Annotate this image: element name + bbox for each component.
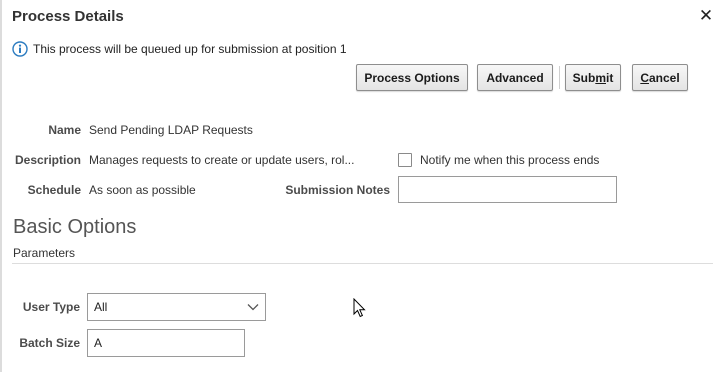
description-label: Description <box>14 153 81 167</box>
close-icon[interactable]: ✕ <box>697 6 715 26</box>
cancel-button[interactable]: Cancel <box>632 64 688 91</box>
schedule-value: As soon as possible <box>89 183 196 197</box>
toolbar-separator <box>559 66 560 89</box>
process-options-label: Process Options <box>364 70 460 85</box>
submission-notes-input[interactable] <box>398 176 617 203</box>
window-edge <box>0 0 2 372</box>
submit-label-mnemonic: m <box>595 70 606 85</box>
notify-label: Notify me when this process ends <box>420 153 600 167</box>
chevron-down-icon <box>247 303 259 311</box>
notify-checkbox[interactable] <box>398 153 412 167</box>
process-details-dialog: Process Details ✕ This process will be q… <box>0 0 725 372</box>
submit-label-pre: Sub <box>572 70 596 85</box>
name-value: Send Pending LDAP Requests <box>89 123 253 137</box>
info-message: This process will be queued up for submi… <box>12 40 347 58</box>
submit-button[interactable]: Sub m it <box>565 64 621 91</box>
batch-size-label: Batch Size <box>19 336 80 350</box>
mouse-pointer-icon <box>353 297 367 323</box>
user-type-label: User Type <box>22 300 80 314</box>
batch-size-input[interactable]: A <box>87 329 245 357</box>
basic-options-heading: Basic Options <box>13 216 137 238</box>
submit-label-post: it <box>606 70 614 85</box>
description-value: Manages requests to create or update use… <box>89 153 355 167</box>
info-message-text: This process will be queued up for submi… <box>33 42 347 56</box>
submission-notes-label: Submission Notes <box>285 183 390 197</box>
cancel-label-mnemonic: C <box>640 70 649 85</box>
name-label: Name <box>48 123 81 137</box>
schedule-label: Schedule <box>27 183 81 197</box>
parameters-heading: Parameters <box>13 246 76 260</box>
user-type-select[interactable]: All <box>87 293 266 321</box>
cancel-label-post: ancel <box>648 70 680 85</box>
info-icon <box>12 41 28 57</box>
advanced-button[interactable]: Advanced <box>477 64 553 91</box>
section-divider <box>12 263 713 264</box>
process-options-button[interactable]: Process Options <box>356 64 468 91</box>
advanced-label: Advanced <box>486 70 544 85</box>
user-type-value: All <box>94 300 108 314</box>
dialog-title: Process Details <box>12 8 124 25</box>
